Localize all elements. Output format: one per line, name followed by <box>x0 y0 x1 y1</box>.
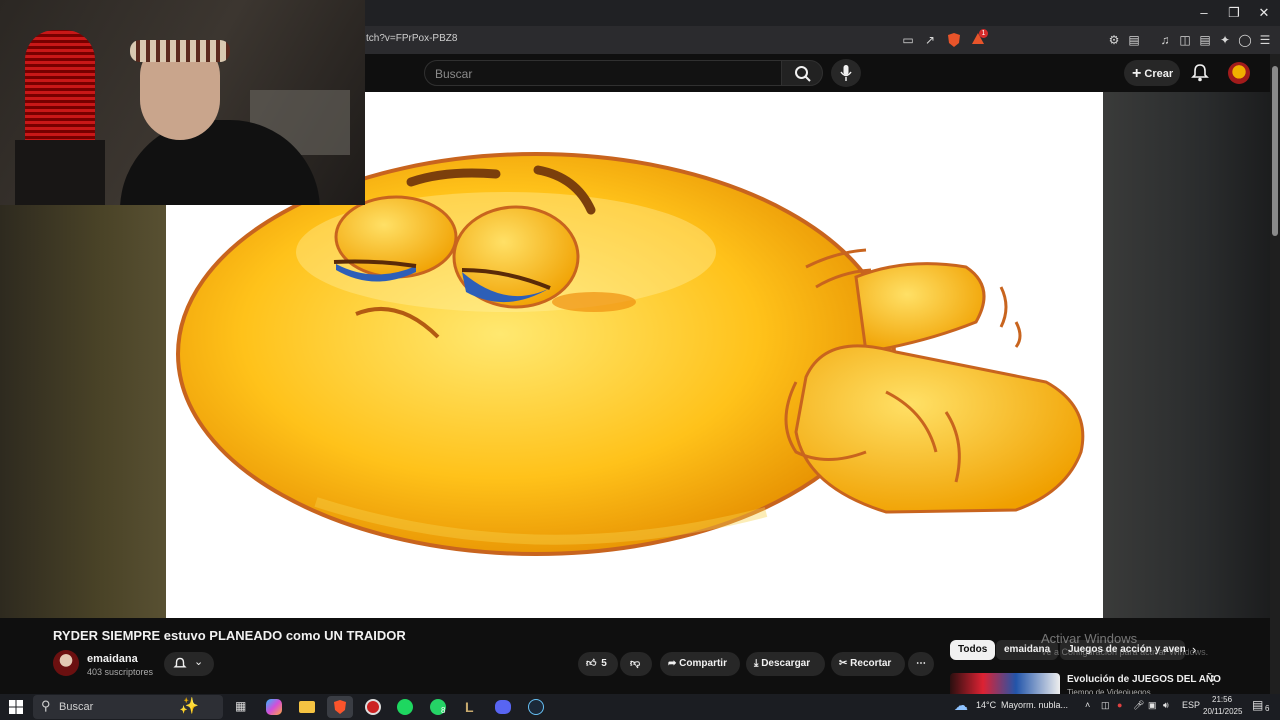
more-actions-button[interactable]: ⋯ <box>908 652 934 676</box>
subscriber-count: 403 suscriptores <box>87 667 154 677</box>
windows-start-icon[interactable] <box>9 700 23 714</box>
taskbar-search-placeholder: Buscar <box>59 701 94 713</box>
windows-activation-title: Activar Windows <box>1041 631 1138 646</box>
thumbs-up-icon: 👍︎ <box>586 658 597 669</box>
share-label: Compartir <box>679 658 727 669</box>
search-highlight-icon: ✨ <box>179 698 199 715</box>
account-avatar[interactable] <box>1228 62 1250 84</box>
chevron-down-icon: ⌄ <box>194 656 204 668</box>
notifications-bell-icon[interactable] <box>1190 63 1210 83</box>
taskbar-search[interactable]: ⚲ Buscar ✨ <box>33 695 223 719</box>
reader-icon[interactable]: ▤ <box>1126 32 1142 48</box>
download-icon: ⤓ <box>754 658 759 669</box>
page-scrollbar[interactable] <box>1270 54 1280 694</box>
video-side-blur <box>1103 92 1270 618</box>
subscription-bell-button[interactable]: ⌄ <box>164 652 214 676</box>
microphone-tray-icon[interactable]: 🎤︎ <box>1133 700 1144 711</box>
scrollbar-thumb[interactable] <box>1272 66 1278 236</box>
bell-icon <box>173 657 187 668</box>
channel-name[interactable]: emaidana <box>87 653 138 665</box>
tray-app2-icon[interactable]: ● <box>1117 700 1122 710</box>
tray-app-icon[interactable]: ◫ <box>1101 700 1110 711</box>
voice-search-button[interactable] <box>831 59 861 87</box>
download-button[interactable]: ⤓ Descargar <box>746 652 825 676</box>
windows-activation-text: Ve a Configuración para activar Windows. <box>1041 647 1209 657</box>
whatsapp-badge: 8 <box>441 706 446 715</box>
notification-count: 6 <box>1265 704 1270 713</box>
webcam-overlay <box>0 0 365 205</box>
taskbar-search-icon: ⚲ <box>41 698 51 713</box>
share-icon: ➦ <box>668 658 677 669</box>
like-count: 5 <box>601 658 607 669</box>
file-explorer-icon[interactable] <box>294 696 320 718</box>
search-input[interactable]: Buscar <box>424 60 782 86</box>
search-placeholder: Buscar <box>435 67 473 81</box>
sidebar-icon[interactable]: ◫ <box>1177 32 1193 48</box>
mic-icon <box>840 65 852 81</box>
extensions-icon[interactable]: ⚙ <box>1106 32 1122 48</box>
whatsapp-icon[interactable]: 8 <box>425 696 451 718</box>
recommended-title[interactable]: Evolución de JUEGOS DEL AÑO <box>1067 674 1221 685</box>
url-text[interactable]: tch?v=FPrPox-PBZ8 <box>366 33 457 44</box>
clock-date[interactable]: 20/11/2025 <box>1203 707 1242 716</box>
search-icon <box>795 66 811 82</box>
league-of-legends-icon[interactable]: L <box>458 696 484 718</box>
weather-icon[interactable]: ☁ <box>954 697 968 714</box>
network-icon[interactable]: ▣ <box>1148 700 1157 711</box>
scissors-icon: ✂ <box>839 658 848 669</box>
cast-icon[interactable]: ▭ <box>900 32 916 48</box>
plus-icon: + <box>1132 65 1142 82</box>
leo-ai-icon[interactable]: ✦ <box>1217 32 1233 48</box>
screen: – ❐ ✕ tch?v=FPrPox-PBZ8 ▭ ↗ 1 ⚙ ▤ ♫ ◫ ▤ … <box>0 0 1280 720</box>
headband <box>130 40 230 62</box>
more-icon: ⋯ <box>916 658 926 669</box>
clip-button[interactable]: ✂ Recortar <box>831 652 905 676</box>
app-icon[interactable] <box>360 696 386 718</box>
download-label: Descargar <box>761 658 811 669</box>
clock-time[interactable]: 21:56 <box>1212 695 1232 704</box>
steam-icon[interactable] <box>523 696 549 718</box>
spotify-icon[interactable] <box>392 696 418 718</box>
windows-taskbar: ⚲ Buscar ✨ ▦ 8 L ☁ 14°C Mayorm. nubla...… <box>0 694 1280 720</box>
restore-icon[interactable]: ❐ <box>1223 4 1245 22</box>
close-icon[interactable]: ✕ <box>1253 4 1275 22</box>
recommended-menu-icon[interactable]: ⋮ <box>1207 673 1219 687</box>
weather-temp[interactable]: 14°C <box>976 700 996 710</box>
minimize-icon[interactable]: – <box>1193 4 1215 22</box>
channel-avatar[interactable] <box>53 650 79 676</box>
task-view-icon[interactable]: ▦ <box>228 696 254 718</box>
weather-description[interactable]: Mayorm. nubla... <box>1001 700 1068 710</box>
create-button[interactable]: + Crear <box>1124 60 1180 86</box>
brave-shields-icon[interactable] <box>946 32 962 48</box>
rewards-badge: 1 <box>979 29 988 38</box>
volume-icon[interactable]: 🔊︎ <box>1163 700 1169 711</box>
language-indicator[interactable]: ESP <box>1182 700 1200 710</box>
discord-icon[interactable] <box>490 696 516 718</box>
media-icon[interactable]: ♫ <box>1157 32 1173 48</box>
vpn-icon[interactable]: ◯ <box>1237 32 1253 48</box>
brave-rewards-icon[interactable]: 1 <box>970 29 988 48</box>
mic-stand <box>15 140 105 205</box>
like-button[interactable]: 👍︎ 5 <box>578 652 618 676</box>
copilot-icon[interactable] <box>261 696 287 718</box>
share-page-icon[interactable]: ↗ <box>922 32 938 48</box>
dislike-button[interactable]: 👎︎ <box>620 652 652 676</box>
notifications-icon[interactable]: ▤ <box>1252 698 1263 712</box>
video-title: RYDER SIEMPRE estuvo PLANEADO como UN TR… <box>53 628 406 643</box>
wallet-icon[interactable]: ▤ <box>1197 32 1213 48</box>
brave-taskbar-icon[interactable] <box>327 696 353 718</box>
recommended-thumbnail[interactable] <box>950 673 1060 694</box>
video-info: RYDER SIEMPRE estuvo PLANEADO como UN TR… <box>0 618 1270 697</box>
clip-label: Recortar <box>850 658 892 669</box>
thumbs-down-icon: 👎︎ <box>630 658 641 669</box>
chip-all[interactable]: Todos <box>950 640 996 660</box>
menu-icon[interactable]: ☰ <box>1257 32 1273 48</box>
create-label: Crear <box>1144 68 1174 80</box>
share-button[interactable]: ➦ Compartir <box>660 652 740 676</box>
search-button[interactable] <box>781 60 823 86</box>
tray-chevron-icon[interactable]: ˄ <box>1085 700 1090 710</box>
